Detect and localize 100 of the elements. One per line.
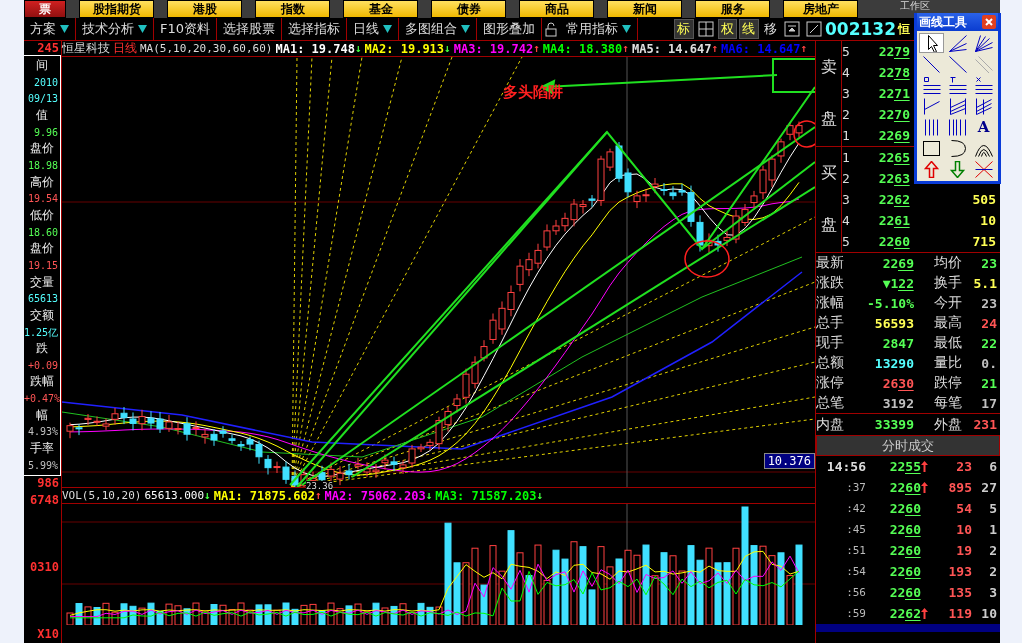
menu-tab[interactable]: 股指期货 [79, 0, 154, 18]
stat-label: 总笔 [816, 394, 845, 412]
menu-tab[interactable]: 商品 [519, 0, 594, 18]
dropdown-caret-icon [138, 25, 147, 33]
stat-value: 24 [980, 315, 998, 331]
order-book-side-label: 盘 [820, 109, 837, 131]
tick-time: 14:56 [825, 459, 866, 474]
info-label: 低价 [29, 207, 55, 223]
menu-tab[interactable]: 房地产 [783, 0, 858, 18]
tick-count: 5 [988, 501, 998, 516]
stat-label: 涨跌 [816, 274, 845, 292]
info-label: 盘价 [29, 241, 55, 257]
stat-value: 33399 [873, 417, 914, 432]
dropdown-caret-icon [461, 25, 471, 33]
menu-tab[interactable]: 票 [24, 0, 66, 18]
low-price-label: 23.36 [306, 481, 334, 491]
rectangle-icon [922, 139, 941, 157]
line-icon [948, 55, 967, 73]
axis-label: 245 [36, 41, 60, 55]
channel-icon [922, 97, 941, 115]
fan-lines-icon [948, 34, 967, 52]
tick-time: :59 [845, 607, 866, 620]
stock-name: 恒星科技 [62, 40, 110, 57]
stat-label: 换手 [933, 274, 962, 292]
highlight-circle [684, 240, 730, 278]
tick-count: 3 [988, 585, 998, 600]
info-value: +0.47% [24, 392, 60, 407]
stat-value: 21 [980, 375, 998, 391]
order-price: 2269 [877, 128, 910, 143]
toggle-button[interactable]: 线 [739, 19, 759, 39]
menu-tab[interactable]: 指数 [255, 0, 330, 18]
info-label: 值 [35, 107, 49, 123]
menu-tab[interactable]: 服务 [695, 0, 770, 18]
tick-price: 2260 [888, 564, 922, 579]
stat-value: 17 [980, 395, 998, 411]
ma-value: MA1: 71875.602 [213, 488, 315, 503]
close-icon[interactable] [982, 15, 996, 29]
chart-annotation: 多头陷阱 [503, 83, 563, 102]
down-arrow-icon [948, 160, 967, 178]
menu-tab[interactable]: 新闻 [607, 0, 682, 18]
workspace-label[interactable]: 工作区 [900, 0, 930, 12]
stat-value: 0. [980, 355, 998, 371]
order-price: 2279 [877, 44, 910, 59]
order-price: 2260 [877, 234, 910, 249]
trend-arrow: ↑ [711, 42, 719, 55]
toggle-button[interactable]: 权 [717, 19, 738, 39]
trend-arrow: ↓ [444, 42, 451, 55]
info-value: 65613 [26, 292, 59, 307]
tick-count: 6 [988, 459, 998, 474]
info-value: 18.60 [26, 225, 59, 240]
tick-volume: 23 [955, 459, 972, 474]
info-value: 18.98 [26, 158, 59, 173]
vertical-lines-icon [948, 118, 967, 136]
axis-label: 0310 [29, 560, 60, 574]
stat-label: 总手 [816, 314, 845, 332]
ma-value: MA4: 18.380 [542, 41, 623, 56]
order-level: 4 [842, 65, 851, 80]
info-value: +0.09 [26, 358, 59, 373]
order-book-side-label: 盘 [820, 215, 837, 237]
info-label: 间 [35, 58, 49, 73]
up-arrow-icon [921, 461, 928, 472]
info-value: 09/13 [26, 92, 59, 107]
order-level: 3 [842, 86, 851, 101]
dropdown-caret-icon [60, 25, 69, 33]
toggle-button[interactable]: 标 [674, 19, 694, 39]
info-value: 4.93% [26, 425, 59, 440]
trend-arrow: ↑ [800, 42, 808, 55]
trend-arrow: ↓ [204, 489, 211, 502]
stat-label: 外盘 [933, 415, 962, 434]
stat-value: 56593 [873, 315, 914, 331]
order-book-side-label: 买 [820, 162, 837, 184]
order-level: 4 [842, 213, 851, 228]
text-tool-button[interactable]: A [971, 117, 996, 137]
order-level: 3 [842, 192, 851, 207]
info-label: 幅 [35, 407, 49, 423]
ma-value: MA3: 19.742 [453, 41, 534, 56]
up-arrow-icon [921, 608, 928, 619]
stat-label: 涨停 [816, 374, 845, 392]
menu-tab[interactable]: 港股 [167, 0, 242, 18]
parallel-lines-icon [974, 55, 993, 73]
ma-value: MA5: 14.647 [631, 41, 712, 56]
order-volume: 715 [971, 234, 997, 249]
stat-label: 最低 [933, 334, 962, 352]
tick-count: 1 [988, 522, 998, 537]
dropdown-caret-icon [383, 25, 393, 33]
tick-count: 2 [988, 564, 998, 579]
stat-label: 每笔 [933, 394, 962, 412]
menu-tab[interactable]: 基金 [343, 0, 418, 18]
info-label: 交量 [29, 274, 55, 290]
tick-table-header[interactable]: 分时成交 [816, 435, 1000, 456]
tick-count: 10 [980, 606, 998, 621]
info-label: 手率 [29, 441, 55, 457]
order-price: 2278 [877, 65, 910, 80]
menu-tab[interactable]: 债券 [431, 0, 506, 18]
tool-button[interactable] [919, 33, 944, 53]
ma-value: MA6: 14.647 [721, 41, 801, 56]
horizontal-lines-icon [922, 76, 941, 94]
tick-volume: 895 [947, 480, 972, 495]
axis-label: 6748 [29, 493, 60, 507]
stat-value: 13290 [873, 355, 914, 371]
